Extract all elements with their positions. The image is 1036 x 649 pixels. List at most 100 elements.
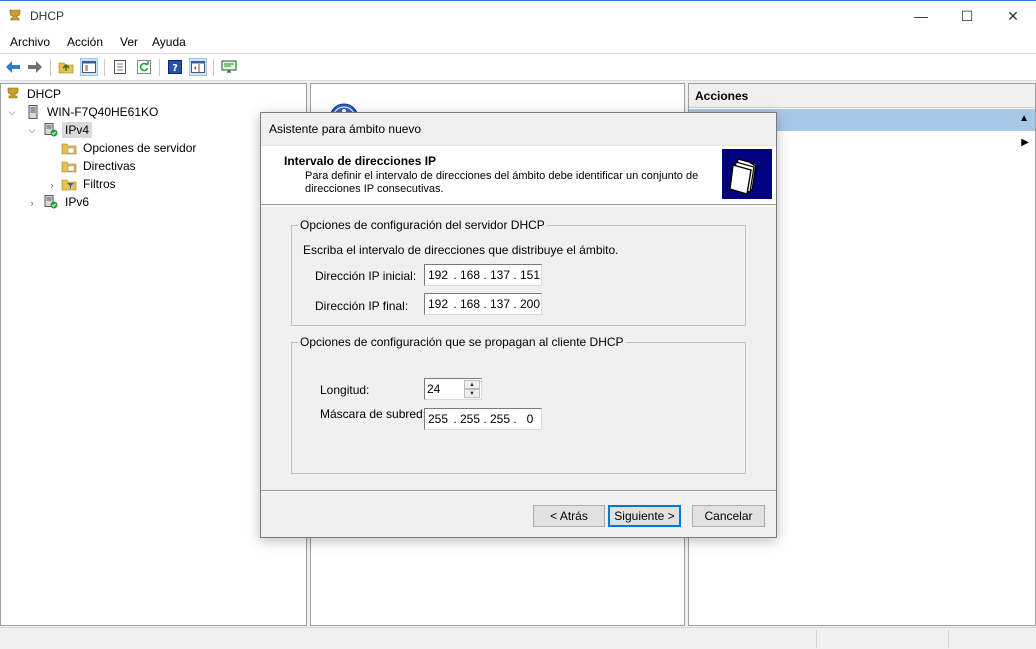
window-title: DHCP <box>30 9 65 23</box>
ip-dot: . <box>483 268 487 282</box>
minimize-button[interactable]: — <box>898 1 944 31</box>
ipv6-icon <box>43 194 59 210</box>
back-arrow-icon[interactable] <box>4 58 22 76</box>
menu-ayuda[interactable]: Ayuda <box>152 35 186 49</box>
tree-label: IPv4 <box>62 122 93 138</box>
wizard-pages-icon <box>722 149 772 199</box>
toolbar-separator <box>213 59 214 76</box>
menu-bar: Archivo Acción Ver Ayuda <box>0 31 1036 53</box>
filters-icon <box>61 176 77 192</box>
collapsed-chevron-icon[interactable]: › <box>47 180 57 190</box>
actions-header: Acciones <box>689 84 1035 108</box>
subnet-mask-input[interactable]: 255. 255. 255. 0 <box>424 408 542 430</box>
dhcp-icon <box>5 86 21 102</box>
tree-label: DHCP <box>27 87 62 101</box>
spinner-buttons: ▲ ▼ <box>464 380 480 398</box>
status-cell <box>948 630 1036 648</box>
status-bar <box>0 627 1036 649</box>
ip-dot: . <box>453 412 457 426</box>
client-config-group: Opciones de configuración que se propaga… <box>291 335 746 474</box>
title-bar: DHCP — ☐ ✕ <box>0 0 1036 31</box>
maximize-button[interactable]: ☐ <box>944 1 990 31</box>
ip-octet: 255 <box>427 412 449 426</box>
forward-arrow-icon[interactable] <box>26 58 44 76</box>
header-divider <box>261 206 776 207</box>
monitor-icon[interactable] <box>220 58 238 76</box>
spinner-down-icon[interactable]: ▼ <box>464 389 480 398</box>
show-hide-action-pane-icon[interactable] <box>189 58 207 76</box>
length-label: Longitud: <box>320 383 370 397</box>
tree-node-ipv4[interactable]: IPv4 <box>43 121 93 139</box>
ip-dot: . <box>453 268 457 282</box>
ip-dot: . <box>483 412 487 426</box>
server-icon <box>25 104 41 120</box>
ip-octet: 255 <box>459 412 481 426</box>
server-config-group: Opciones de configuración del servidor D… <box>291 218 746 326</box>
up-folder-icon[interactable] <box>57 58 75 76</box>
properties-icon[interactable] <box>111 58 129 76</box>
refresh-icon[interactable] <box>135 58 153 76</box>
ip-octet: 192 <box>427 297 449 311</box>
tree-node-ipv6[interactable]: IPv6 <box>43 193 92 211</box>
ip-octet: 192 <box>427 268 449 282</box>
show-hide-tree-icon[interactable] <box>80 58 98 76</box>
help-icon[interactable]: ? <box>166 58 184 76</box>
tree-label: Opciones de servidor <box>83 141 197 155</box>
status-cell <box>816 630 948 648</box>
ip-dot: . <box>513 412 517 426</box>
collapse-arrow-icon[interactable]: ▲ <box>1019 113 1029 124</box>
ip-dot: . <box>513 268 517 282</box>
group-title: Opciones de configuración del servidor D… <box>298 218 547 232</box>
ip-dot: . <box>483 297 487 311</box>
subnet-mask-label: Máscara de subred: <box>320 407 427 421</box>
wizard-heading: Intervalo de direcciones IP <box>284 154 437 168</box>
wizard-header: Intervalo de direcciones IP Para definir… <box>261 145 776 205</box>
start-ip-input[interactable]: 192. 168. 137. 151 <box>424 264 542 286</box>
toolbar-separator <box>104 59 105 76</box>
collapsed-chevron-icon[interactable]: › <box>27 198 37 208</box>
spinner-up-icon[interactable]: ▲ <box>464 380 480 389</box>
ip-octet: 137 <box>489 297 511 311</box>
tree-node-filters[interactable]: Filtros <box>61 175 119 193</box>
tree-label: IPv6 <box>65 195 90 209</box>
tree-node-dhcp[interactable]: DHCP <box>5 85 64 103</box>
tree-label: WIN-F7Q40HE61KO <box>47 105 159 119</box>
tree-node-server-options[interactable]: Opciones de servidor <box>61 139 199 157</box>
start-ip-label: Dirección IP inicial: <box>315 269 417 283</box>
svg-text:?: ? <box>172 63 178 74</box>
server-options-icon <box>61 140 77 156</box>
dhcp-app-icon <box>8 9 22 23</box>
tree-node-server[interactable]: WIN-F7Q40HE61KO <box>25 103 161 121</box>
ipv4-icon <box>43 122 59 138</box>
length-value: 24 <box>427 382 441 396</box>
submenu-arrow-icon: ▶ <box>1021 137 1029 148</box>
next-button[interactable]: Siguiente > <box>608 505 681 527</box>
toolbar: ? <box>0 53 1036 81</box>
ip-dot: . <box>513 297 517 311</box>
tree-node-policies[interactable]: Directivas <box>61 157 139 175</box>
range-instruction: Escriba el intervalo de direcciones que … <box>303 243 619 257</box>
end-ip-input[interactable]: 192. 168. 137. 200 <box>424 293 542 315</box>
new-scope-wizard-dialog: Asistente para ámbito nuevo Intervalo de… <box>260 112 777 538</box>
ip-dot: . <box>453 297 457 311</box>
ip-octet: 200 <box>519 297 541 311</box>
footer-divider-highlight <box>261 491 776 492</box>
menu-accion[interactable]: Acción <box>67 35 103 49</box>
menu-ver[interactable]: Ver <box>120 35 138 49</box>
length-spinner[interactable]: 24 ▲ ▼ <box>424 378 482 400</box>
group-title: Opciones de configuración que se propaga… <box>298 335 626 349</box>
wizard-subheading: Para definir el intervalo de direcciones… <box>305 170 699 195</box>
ip-octet: 0 <box>526 412 534 426</box>
ip-octet: 151 <box>519 268 541 282</box>
expand-chevron-icon[interactable]: ⌵ <box>7 107 17 117</box>
menu-archivo[interactable]: Archivo <box>10 35 50 49</box>
policies-icon <box>61 158 77 174</box>
end-ip-label: Dirección IP final: <box>315 299 409 313</box>
toolbar-separator <box>50 59 51 76</box>
ip-octet: 168 <box>459 297 481 311</box>
back-button[interactable]: < Atrás <box>533 505 605 527</box>
expand-chevron-icon[interactable]: ⌵ <box>27 125 37 135</box>
close-button[interactable]: ✕ <box>990 1 1036 31</box>
cancel-button[interactable]: Cancelar <box>692 505 765 527</box>
dialog-title: Asistente para ámbito nuevo <box>269 122 422 136</box>
